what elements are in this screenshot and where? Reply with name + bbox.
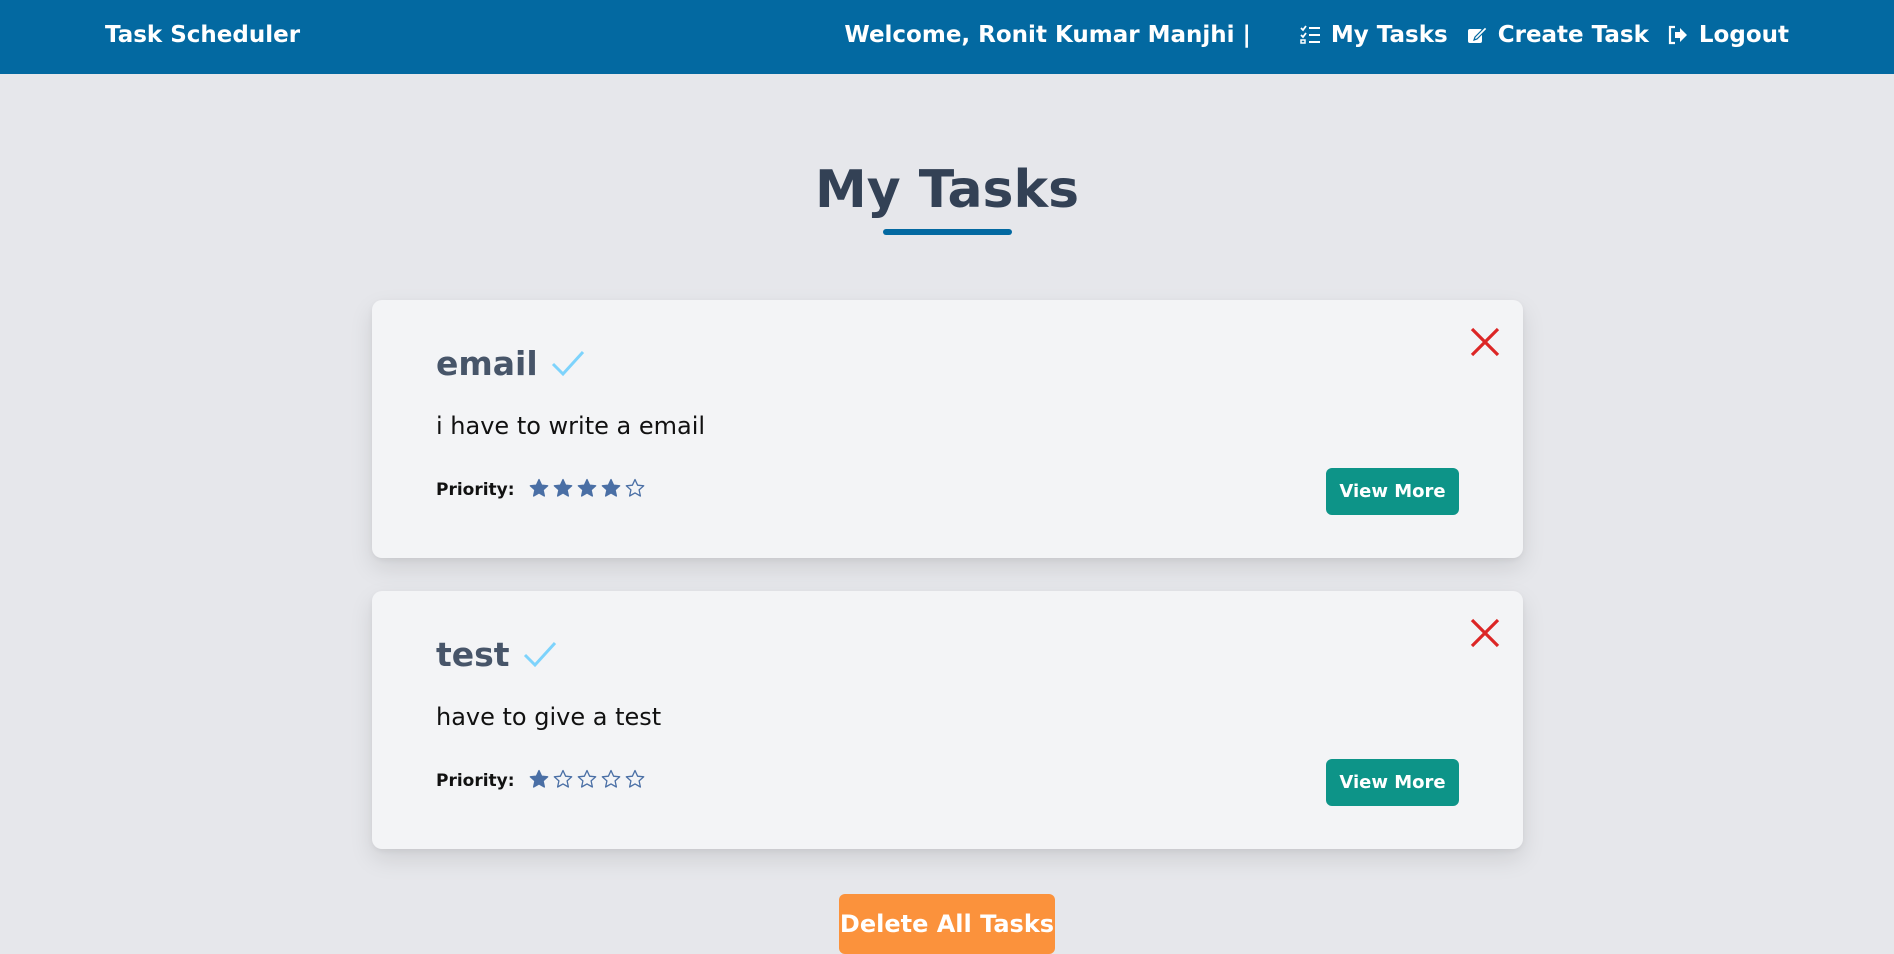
nav-my-tasks-label: My Tasks bbox=[1330, 22, 1448, 48]
priority-row: Priority: bbox=[436, 769, 649, 793]
star-empty-icon bbox=[625, 769, 645, 789]
close-icon bbox=[1470, 327, 1500, 357]
logout-icon bbox=[1667, 24, 1689, 46]
priority-label: Priority: bbox=[436, 480, 515, 500]
nav-right: Welcome, Ronit Kumar Manjhi | My Tasks C… bbox=[844, 22, 1789, 48]
task-description: i have to write a email bbox=[436, 412, 706, 440]
welcome-text: Welcome, Ronit Kumar Manjhi | bbox=[844, 22, 1251, 48]
task-title: test bbox=[436, 635, 510, 674]
nav-my-tasks[interactable]: My Tasks bbox=[1299, 22, 1448, 48]
page-title: My Tasks bbox=[814, 160, 1080, 220]
star-filled-icon bbox=[601, 478, 621, 498]
title-underline bbox=[883, 229, 1012, 235]
priority-stars bbox=[529, 478, 649, 502]
task-description: have to give a test bbox=[436, 703, 662, 731]
check-icon bbox=[550, 346, 586, 382]
priority-row: Priority: bbox=[436, 478, 649, 502]
star-empty-icon bbox=[625, 478, 645, 498]
star-filled-icon bbox=[577, 478, 597, 498]
close-icon bbox=[1470, 618, 1500, 648]
check-icon bbox=[522, 637, 558, 673]
star-filled-icon bbox=[553, 478, 573, 498]
nav-create-task[interactable]: Create Task bbox=[1466, 22, 1649, 48]
view-more-button[interactable]: View More bbox=[1326, 468, 1459, 515]
priority-stars bbox=[529, 769, 649, 793]
star-empty-icon bbox=[577, 769, 597, 789]
navbar: Task Scheduler Welcome, Ronit Kumar Manj… bbox=[0, 0, 1894, 74]
task-card: test have to give a test Priority: View … bbox=[372, 591, 1523, 849]
checklist-icon bbox=[1299, 24, 1321, 46]
task-title-row: email bbox=[436, 344, 586, 383]
task-title-row: test bbox=[436, 635, 558, 674]
nav-logout-label: Logout bbox=[1698, 22, 1789, 48]
view-more-button[interactable]: View More bbox=[1326, 759, 1459, 806]
delete-task-button[interactable] bbox=[1467, 324, 1503, 360]
task-card: email i have to write a email Priority: … bbox=[372, 300, 1523, 558]
delete-all-tasks-button[interactable]: Delete All Tasks bbox=[839, 894, 1055, 954]
edit-icon bbox=[1466, 24, 1488, 46]
star-empty-icon bbox=[553, 769, 573, 789]
priority-label: Priority: bbox=[436, 771, 515, 791]
star-empty-icon bbox=[601, 769, 621, 789]
star-filled-icon bbox=[529, 478, 549, 498]
delete-task-button[interactable] bbox=[1467, 615, 1503, 651]
nav-create-task-label: Create Task bbox=[1497, 22, 1649, 48]
task-title: email bbox=[436, 344, 538, 383]
nav-logout[interactable]: Logout bbox=[1667, 22, 1789, 48]
star-filled-icon bbox=[529, 769, 549, 789]
brand-title[interactable]: Task Scheduler bbox=[105, 22, 300, 48]
